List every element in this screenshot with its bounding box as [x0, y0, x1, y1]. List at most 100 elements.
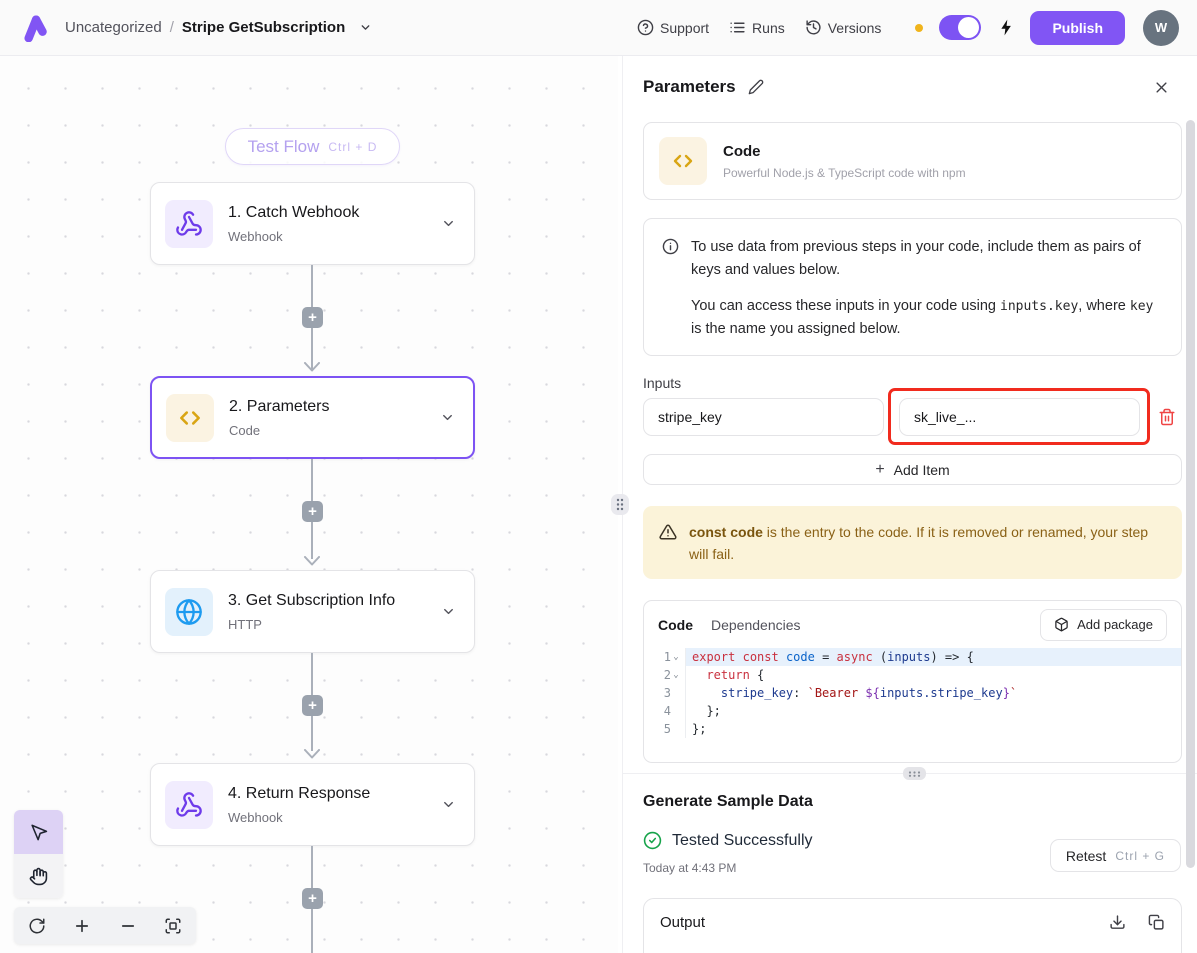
flow-menu-chevron-icon[interactable]: [359, 21, 372, 34]
fit-view-button[interactable]: [156, 909, 190, 943]
step-card-catch-webhook[interactable]: 1. Catch Webhook Webhook: [150, 182, 475, 265]
info-text: To use data from previous steps in your …: [691, 236, 1163, 338]
zoom-in-button[interactable]: [65, 909, 99, 943]
add-package-label: Add package: [1077, 617, 1153, 632]
draft-status-dot: [915, 24, 923, 32]
add-package-button[interactable]: Add package: [1040, 609, 1167, 641]
fit-screen-icon: [164, 917, 182, 935]
code-line[interactable]: };: [686, 720, 1181, 738]
runs-button[interactable]: Runs: [719, 11, 795, 44]
avatar[interactable]: W: [1143, 10, 1179, 46]
close-panel-button[interactable]: [1154, 80, 1169, 95]
test-status-text: Tested Successfully: [672, 832, 813, 850]
breadcrumb: Uncategorized / Stripe GetSubscription: [65, 19, 372, 36]
step-text: 4. Return Response Webhook: [228, 785, 426, 825]
piece-text: Code Powerful Node.js & TypeScript code …: [723, 143, 966, 180]
reset-view-button[interactable]: [20, 909, 54, 943]
code-editor[interactable]: 1⌄2⌄3⌄4⌄5⌄ export const code = async (in…: [644, 648, 1181, 738]
check-circle-icon: [643, 831, 662, 850]
input-key-field[interactable]: [643, 398, 884, 436]
output-label: Output: [660, 914, 705, 931]
select-tool-button[interactable]: [14, 810, 63, 854]
step-title: 3. Get Subscription Info: [228, 592, 426, 610]
flow-name[interactable]: Stripe GetSubscription: [182, 19, 345, 36]
breadcrumb-category[interactable]: Uncategorized: [65, 19, 162, 36]
app-window: Uncategorized / Stripe GetSubscription S…: [0, 0, 1197, 953]
activepieces-logo-icon[interactable]: [24, 14, 50, 42]
add-step-button[interactable]: +: [302, 888, 323, 909]
pan-tool-button[interactable]: [14, 854, 63, 898]
step-card-get-subscription-info[interactable]: 3. Get Subscription Info HTTP: [150, 570, 475, 653]
code-line[interactable]: stripe_key: `Bearer ${inputs.stripe_key}…: [686, 684, 1181, 702]
warning-triangle-icon: [659, 523, 677, 564]
code-lines[interactable]: export const code = async (inputs) => { …: [686, 648, 1181, 738]
step-subtitle: Webhook: [228, 810, 426, 825]
test-status-row: Tested Successfully: [643, 831, 813, 850]
panel-scrollbar[interactable]: [1186, 120, 1195, 868]
flow-canvas[interactable]: Test Flow Ctrl + D 1. Catch Webhook Webh…: [0, 56, 618, 953]
info-p2-after: is the name you assigned below.: [691, 321, 901, 337]
step-chevron-icon[interactable]: [441, 797, 456, 812]
download-output-button[interactable]: [1109, 914, 1126, 931]
add-item-button[interactable]: + Add Item: [643, 454, 1182, 485]
edge-arrowhead-icon: [303, 362, 321, 372]
test-timestamp: Today at 4:43 PM: [643, 861, 736, 875]
zoom-out-button[interactable]: [111, 909, 145, 943]
download-icon: [1109, 914, 1126, 931]
step-title: 2. Parameters: [229, 398, 425, 416]
edge-arrowhead-icon: [303, 749, 321, 759]
rename-step-button[interactable]: [748, 79, 764, 95]
step-text: 2. Parameters Code: [229, 398, 425, 438]
support-label: Support: [660, 20, 709, 36]
retest-label: Retest: [1066, 848, 1106, 864]
versions-button[interactable]: Versions: [795, 11, 892, 44]
code-line[interactable]: };: [686, 702, 1181, 720]
zoom-toolbar: [14, 907, 196, 944]
warning-text: const code is the entry to the code. If …: [689, 521, 1166, 564]
test-flow-button[interactable]: Test Flow Ctrl + D: [225, 128, 400, 165]
step-chevron-icon[interactable]: [440, 410, 455, 425]
input-value-field[interactable]: [899, 398, 1140, 436]
flow-enabled-toggle[interactable]: [939, 15, 981, 40]
publish-button[interactable]: Publish: [1030, 11, 1125, 45]
webhook-icon: [165, 781, 213, 829]
step-chevron-icon[interactable]: [441, 604, 456, 619]
canvas-tool-group: [14, 810, 63, 898]
code-editor-card: Code Dependencies Add package 1⌄2⌄3⌄4⌄5⌄…: [643, 600, 1182, 763]
instant-run-bolt-icon[interactable]: [997, 17, 1016, 38]
info-p2-before: You can access these inputs in your code…: [691, 298, 1000, 314]
toggle-knob: [958, 17, 979, 38]
step-card-return-response[interactable]: 4. Return Response Webhook: [150, 763, 475, 846]
inputs-key-code: inputs.key: [1000, 299, 1078, 314]
panel-title-row: Parameters: [643, 77, 1159, 97]
piece-description: Powerful Node.js & TypeScript code with …: [723, 166, 966, 180]
tab-code[interactable]: Code: [658, 617, 693, 633]
add-step-button[interactable]: +: [302, 307, 323, 328]
webhook-icon: [165, 200, 213, 248]
copy-output-button[interactable]: [1148, 914, 1165, 931]
info-paragraph-2: You can access these inputs in your code…: [691, 295, 1163, 342]
code-line[interactable]: return {: [686, 666, 1181, 684]
step-subtitle: HTTP: [228, 617, 426, 632]
history-icon: [805, 19, 822, 36]
support-button[interactable]: Support: [627, 11, 719, 44]
help-circle-icon: [637, 19, 654, 36]
retest-button[interactable]: Retest Ctrl + G: [1050, 839, 1181, 872]
step-chevron-icon[interactable]: [441, 216, 456, 231]
tab-dependencies[interactable]: Dependencies: [711, 617, 801, 633]
delete-input-button[interactable]: [1153, 403, 1181, 431]
code-line[interactable]: export const code = async (inputs) => {: [686, 648, 1181, 666]
inputs-info-card: To use data from previous steps in your …: [643, 218, 1182, 356]
versions-label: Versions: [828, 20, 882, 36]
edge-arrowhead-icon: [303, 556, 321, 566]
step-card-parameters[interactable]: 2. Parameters Code: [150, 376, 475, 459]
add-item-label: Add Item: [894, 462, 950, 478]
section-resize-handle[interactable]: [903, 767, 926, 780]
add-step-button[interactable]: +: [302, 695, 323, 716]
add-step-button[interactable]: +: [302, 501, 323, 522]
info-paragraph-1: To use data from previous steps in your …: [691, 236, 1163, 283]
step-title: 1. Catch Webhook: [228, 204, 426, 222]
panel-resize-handle[interactable]: [611, 494, 629, 515]
runs-label: Runs: [752, 20, 785, 36]
info-p2-mid: , where: [1078, 298, 1130, 314]
